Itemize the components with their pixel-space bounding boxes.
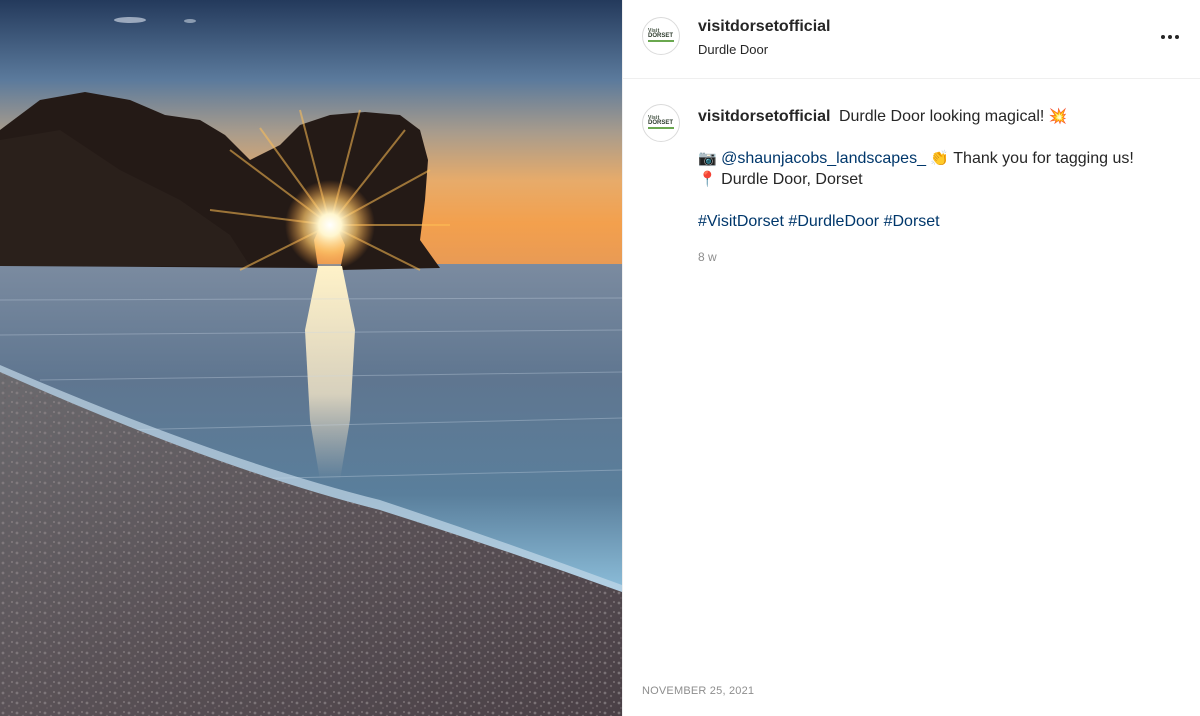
camera-emoji-icon: 📷 bbox=[698, 149, 717, 167]
caption-text: visitdorsetofficial Durdle Door looking … bbox=[698, 106, 1168, 232]
caption-line-2: 📷 @shaunjacobs_landscapes_ 👏 Thank you f… bbox=[698, 148, 1168, 169]
logo-line2: DORSET bbox=[648, 120, 674, 126]
hashtag-link[interactable]: #Dorset bbox=[884, 213, 940, 230]
visit-dorset-logo: Visit DORSET bbox=[648, 116, 674, 130]
avatar[interactable]: Visit DORSET bbox=[642, 17, 680, 55]
caption-time-ago[interactable]: 8 w bbox=[698, 250, 717, 264]
caption-thanks: Thank you for tagging us! bbox=[953, 150, 1134, 167]
post-details-panel: Visit DORSET visitdorsetofficial Durdle … bbox=[622, 0, 1200, 716]
caption-hashtags: #VisitDorset #DurdleDoor #Dorset bbox=[698, 211, 1168, 232]
more-horizontal-icon bbox=[1161, 35, 1165, 39]
logo-stripe bbox=[648, 40, 674, 42]
durdle-door-sunset-image bbox=[0, 0, 622, 716]
caption-headline: Durdle Door looking magical! bbox=[838, 108, 1045, 125]
hashtag-link[interactable]: #VisitDorset bbox=[698, 213, 784, 230]
post-header: Visit DORSET visitdorsetofficial Durdle … bbox=[623, 0, 1200, 79]
mention-link[interactable]: @shaunjacobs_landscapes_ bbox=[721, 150, 926, 167]
logo-line2: DORSET bbox=[648, 33, 674, 39]
hashtag-link[interactable]: #DurdleDoor bbox=[788, 213, 879, 230]
post-view: Visit DORSET visitdorsetofficial Durdle … bbox=[0, 0, 1200, 716]
header-username-link[interactable]: visitdorsetofficial bbox=[698, 18, 830, 36]
post-photo[interactable] bbox=[0, 0, 622, 716]
more-options-button[interactable] bbox=[1157, 25, 1183, 49]
caption-line-3: 📍 Durdle Door, Dorset bbox=[698, 169, 1168, 190]
clapping-hands-emoji-icon: 👏 bbox=[930, 149, 950, 167]
logo-stripe bbox=[648, 127, 674, 129]
caption-username-link[interactable]: visitdorsetofficial bbox=[698, 108, 830, 125]
visit-dorset-logo: Visit DORSET bbox=[648, 29, 674, 43]
more-horizontal-icon bbox=[1168, 35, 1172, 39]
post-date[interactable]: NOVEMBER 25, 2021 bbox=[642, 685, 754, 697]
caption-place: Durdle Door, Dorset bbox=[721, 171, 863, 188]
location-link[interactable]: Durdle Door bbox=[698, 42, 768, 57]
round-pushpin-emoji-icon: 📍 bbox=[698, 170, 717, 188]
caption-line-1: visitdorsetofficial Durdle Door looking … bbox=[698, 106, 1168, 127]
more-horizontal-icon bbox=[1175, 35, 1179, 39]
caption-avatar[interactable]: Visit DORSET bbox=[642, 104, 680, 142]
collision-emoji-icon: 💥 bbox=[1048, 107, 1068, 125]
